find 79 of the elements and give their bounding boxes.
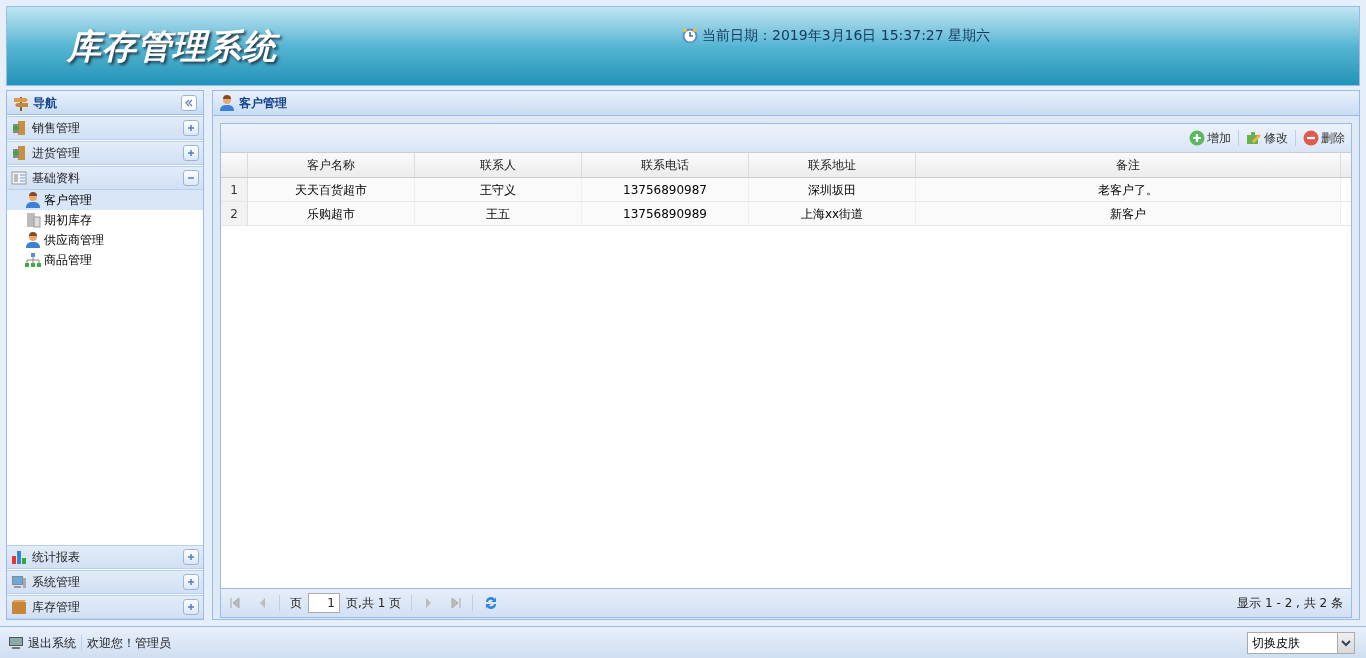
expand-button[interactable] — [183, 120, 199, 136]
table-cell: 王守义 — [415, 178, 582, 201]
table-cell: 乐购超市 — [248, 202, 415, 225]
section-label: 基础资料 — [32, 170, 80, 187]
last-page-icon[interactable] — [450, 597, 463, 609]
section-label: 库存管理 — [32, 599, 80, 616]
bar-chart-icon — [11, 549, 27, 565]
hierarchy-icon — [25, 252, 41, 268]
table-cell: 王五 — [415, 202, 582, 225]
current-date: 当前日期：2019年3月16日 15:37:27 星期六 — [702, 25, 991, 45]
table-cell: 天天百货超市 — [248, 178, 415, 201]
person-icon — [25, 192, 41, 208]
monitor-icon — [8, 634, 24, 651]
nav-tree-item[interactable]: 商品管理 — [7, 250, 203, 270]
door-icon — [11, 120, 27, 136]
person-icon — [25, 232, 41, 248]
signpost-icon — [13, 94, 29, 111]
row-number: 2 — [221, 202, 248, 225]
nav-section-header[interactable]: 统计报表 — [7, 545, 203, 569]
alarm-clock-icon — [682, 27, 698, 43]
collapse-button[interactable] — [183, 170, 199, 186]
plus-icon — [186, 577, 196, 587]
first-page-icon[interactable] — [229, 597, 241, 609]
nav-section-header[interactable]: 库存管理 — [7, 595, 203, 619]
table-cell: 老客户了。 — [916, 178, 1341, 201]
welcome-text: 欢迎您！管理员 — [87, 634, 171, 652]
nav-section-header[interactable]: 进货管理 — [7, 141, 203, 165]
table-cell: 深圳坂田 — [749, 178, 916, 201]
nav-section-header[interactable]: 基础资料 — [7, 166, 203, 190]
column-header[interactable]: 客户名称 — [248, 153, 415, 177]
toolbar-button[interactable]: 修改 — [1244, 129, 1290, 147]
double-chevron-left-icon — [184, 97, 194, 108]
column-header[interactable]: 联系地址 — [749, 153, 916, 177]
form-icon — [11, 170, 27, 186]
column-header[interactable]: 备注 — [916, 153, 1341, 177]
nav-tree-item[interactable]: 供应商管理 — [7, 230, 203, 250]
plus-icon — [186, 602, 196, 612]
nav-tree-item[interactable]: 客户管理 — [7, 190, 203, 210]
section-label: 统计报表 — [32, 549, 80, 566]
section-label: 销售管理 — [32, 120, 80, 137]
table-cell: 上海xx街道 — [749, 202, 916, 225]
section-label: 进货管理 — [32, 145, 80, 162]
nav-section-header[interactable]: 销售管理 — [7, 116, 203, 140]
column-header[interactable]: 联系电话 — [582, 153, 749, 177]
skin-select[interactable]: 切换皮肤 — [1247, 631, 1355, 654]
expand-button[interactable] — [183, 145, 199, 161]
expand-button[interactable] — [183, 549, 199, 565]
edit-icon — [1246, 130, 1262, 146]
page-total: 页,共 1 页 — [346, 595, 402, 612]
nav-tree-item[interactable]: 期初库存 — [7, 210, 203, 230]
plus-circle-icon — [1189, 130, 1205, 146]
door-icon — [11, 145, 27, 161]
plus-icon — [186, 552, 196, 562]
minus-circle-icon — [1303, 130, 1319, 146]
nav-section-header[interactable]: 系统管理 — [7, 570, 203, 594]
expand-button[interactable] — [183, 599, 199, 615]
toolbar-button[interactable]: 删除 — [1301, 129, 1347, 147]
toolbar-button[interactable]: 增加 — [1187, 129, 1233, 147]
content-title: 客户管理 — [239, 95, 287, 112]
nav-title: 导航 — [33, 94, 57, 112]
page-input[interactable]: 1 — [308, 593, 340, 613]
page-label: 页 — [290, 595, 302, 612]
person-icon — [219, 95, 235, 111]
plus-icon — [186, 148, 196, 158]
computer-icon — [11, 574, 27, 590]
logout-button[interactable]: 退出系统 — [8, 633, 76, 652]
table-cell: 13756890989 — [582, 202, 749, 225]
table-cell: 新客户 — [916, 202, 1341, 225]
row-number: 1 — [221, 178, 248, 201]
collapse-panel-button[interactable] — [181, 94, 197, 111]
section-label: 系统管理 — [32, 574, 80, 591]
caret-icon — [1341, 637, 1351, 648]
table-cell: 13756890987 — [582, 178, 749, 201]
column-header[interactable]: 联系人 — [415, 153, 582, 177]
plus-icon — [186, 123, 196, 133]
server-icon — [25, 212, 41, 228]
box-icon — [11, 599, 27, 615]
expand-button[interactable] — [183, 574, 199, 590]
record-summary: 显示 1 - 2 , 共 2 条 — [1237, 595, 1343, 612]
